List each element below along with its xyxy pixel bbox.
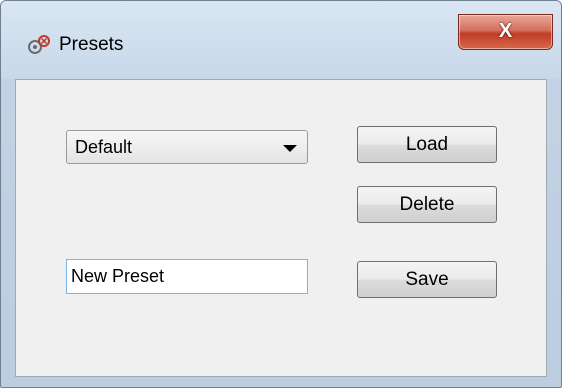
delete-button[interactable]: Delete (357, 186, 497, 223)
title-bar[interactable]: Presets X (1, 1, 561, 79)
preset-dropdown-value: Default (75, 137, 133, 157)
close-icon: X (498, 20, 513, 42)
presets-window: Presets X Default Load Delete New Preset… (0, 0, 562, 388)
load-button[interactable]: Load (357, 126, 497, 163)
close-button[interactable]: X (458, 14, 553, 50)
preset-name-input[interactable]: New Preset (66, 259, 308, 294)
save-button[interactable]: Save (357, 261, 497, 298)
dialog-client-area: Default Load Delete New Preset Save (15, 79, 547, 377)
window-title: Presets (59, 34, 124, 55)
preset-dropdown[interactable]: Default (66, 130, 308, 164)
presets-app-icon (26, 34, 52, 56)
chevron-down-icon (283, 145, 297, 152)
